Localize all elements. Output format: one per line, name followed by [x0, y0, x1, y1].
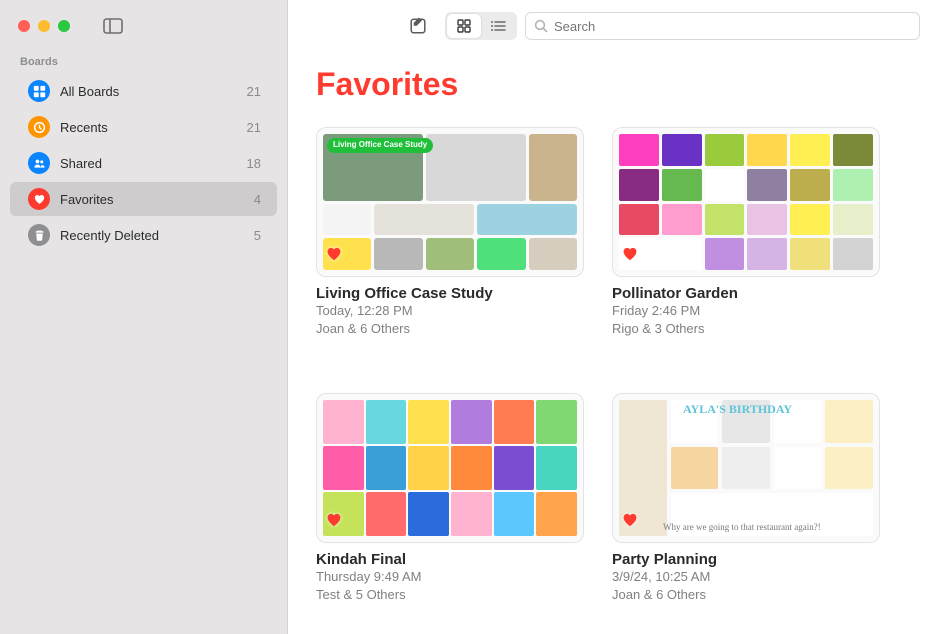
search-input[interactable]	[554, 19, 911, 34]
thumbnail-bottom-note: Why are we going to that restaurant agai…	[663, 522, 869, 532]
search-icon	[534, 19, 548, 33]
board-title: Party Planning	[612, 551, 880, 568]
content-area: Favorites	[288, 52, 932, 634]
sidebar-item-label: All Boards	[60, 84, 237, 99]
clock-icon	[28, 116, 50, 138]
sidebar: Boards All Boards 21 Recents 21 Shared 1…	[0, 0, 288, 634]
sidebar-item-label: Recently Deleted	[60, 228, 244, 243]
sidebar-item-recents[interactable]: Recents 21	[10, 110, 277, 144]
board-thumbnail	[316, 393, 584, 543]
sidebar-item-count: 21	[247, 120, 261, 135]
board-thumbnail: Living Office Case Study	[316, 127, 584, 277]
sidebar-item-count: 21	[247, 84, 261, 99]
grid-icon	[28, 80, 50, 102]
app-window: Boards All Boards 21 Recents 21 Shared 1…	[0, 0, 932, 634]
board-date: Today, 12:28 PM	[316, 302, 584, 320]
heart-icon	[28, 188, 50, 210]
grid-view-button[interactable]	[447, 14, 481, 38]
board-date: Friday 2:46 PM	[612, 302, 880, 320]
trash-icon	[28, 224, 50, 246]
board-title: Kindah Final	[316, 551, 584, 568]
board-card[interactable]: AYLA'S BIRTHDAY Why are we going to that…	[612, 393, 880, 603]
board-card[interactable]: Pollinator Garden Friday 2:46 PM Rigo & …	[612, 127, 880, 337]
favorite-heart-icon	[325, 245, 343, 268]
fullscreen-window-button[interactable]	[58, 20, 70, 32]
board-thumbnail: AYLA'S BIRTHDAY Why are we going to that…	[612, 393, 880, 543]
board-card[interactable]: Living Office Case Study Living Office C…	[316, 127, 584, 337]
board-shared: Test & 5 Others	[316, 586, 584, 604]
titlebar	[0, 0, 287, 52]
people-icon	[28, 152, 50, 174]
favorite-heart-icon	[621, 245, 639, 268]
thumbnail-pill: Living Office Case Study	[327, 138, 433, 153]
sidebar-item-recently-deleted[interactable]: Recently Deleted 5	[10, 218, 277, 252]
sidebar-section-label: Boards	[0, 52, 287, 74]
main-panel: Favorites	[288, 0, 932, 634]
sidebar-item-label: Shared	[60, 156, 237, 171]
close-window-button[interactable]	[18, 20, 30, 32]
window-controls	[18, 20, 70, 32]
list-view-button[interactable]	[481, 14, 515, 38]
board-shared: Joan & 6 Others	[612, 586, 880, 604]
favorite-heart-icon	[325, 511, 343, 534]
board-card[interactable]: Kindah Final Thursday 9:49 AM Test & 5 O…	[316, 393, 584, 603]
sidebar-item-count: 5	[254, 228, 261, 243]
board-title: Living Office Case Study	[316, 285, 584, 302]
page-title: Favorites	[316, 66, 904, 103]
board-date: 3/9/24, 10:25 AM	[612, 568, 880, 586]
sidebar-item-label: Recents	[60, 120, 237, 135]
sidebar-item-all-boards[interactable]: All Boards 21	[10, 74, 277, 108]
board-date: Thursday 9:49 AM	[316, 568, 584, 586]
sidebar-item-favorites[interactable]: Favorites 4	[10, 182, 277, 216]
search-field[interactable]	[525, 12, 920, 40]
view-mode-segment	[445, 12, 517, 40]
toggle-sidebar-button[interactable]	[94, 13, 132, 39]
board-shared: Joan & 6 Others	[316, 320, 584, 338]
sidebar-item-label: Favorites	[60, 192, 244, 207]
sidebar-item-shared[interactable]: Shared 18	[10, 146, 277, 180]
thumbnail-top-note: AYLA'S BIRTHDAY	[683, 402, 792, 417]
minimize-window-button[interactable]	[38, 20, 50, 32]
favorite-heart-icon	[621, 511, 639, 534]
boards-grid: Living Office Case Study Living Office C…	[316, 127, 904, 603]
compose-button[interactable]	[399, 12, 437, 40]
board-shared: Rigo & 3 Others	[612, 320, 880, 338]
toolbar	[288, 0, 932, 52]
sidebar-item-count: 4	[254, 192, 261, 207]
board-thumbnail	[612, 127, 880, 277]
sidebar-item-count: 18	[247, 156, 261, 171]
board-title: Pollinator Garden	[612, 285, 880, 302]
